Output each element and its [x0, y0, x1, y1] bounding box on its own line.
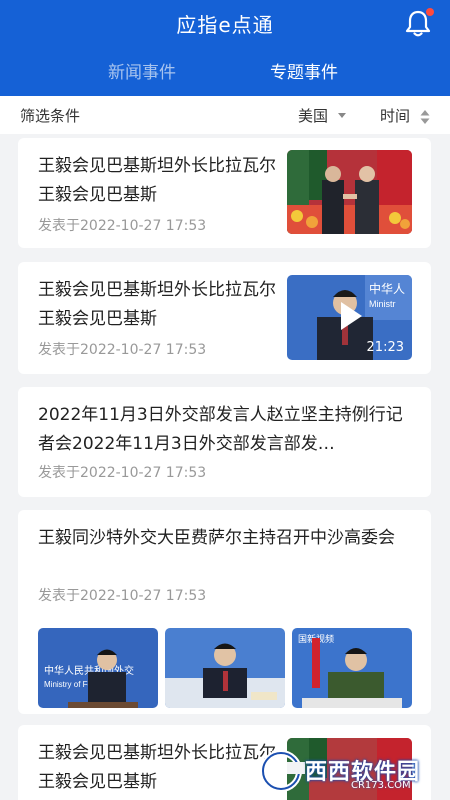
app-title: 应指e点通 [176, 13, 274, 37]
watermark-subtext: CR173.COM [351, 780, 411, 791]
filter-bar: 筛选条件 美国 时间 [0, 96, 450, 134]
card-title: 王毅同沙特外交大臣费萨尔主持召开中沙高委会 [38, 528, 395, 548]
svg-text:中华人: 中华人 [369, 281, 405, 296]
notification-dot [426, 8, 434, 16]
bell-icon[interactable] [404, 8, 434, 38]
card-thumbnail: 国新视频 [292, 628, 412, 708]
news-card[interactable]: 2022年11月3日外交部发言人赵立坚主持例行记者会2022年11月3日外交部发… [18, 387, 431, 497]
dropdown-arrow-icon[interactable] [338, 113, 346, 118]
card-title: 2022年11月3日外交部发言人赵立坚主持例行记者会2022年11月3日外交部发… [38, 405, 403, 454]
video-thumbnail[interactable]: 中华人 Ministr 21:23 [287, 275, 412, 360]
card-thumbnail [287, 150, 412, 234]
tab-topic-events[interactable]: 专题事件 [270, 58, 338, 83]
card-title: 王毅会见巴基斯坦外长比拉瓦尔王毅会见巴基斯 [38, 280, 276, 329]
tab-bar: 新闻事件 专题事件 [0, 58, 450, 88]
card-date: 发表于2022-10-27 17:53 [38, 342, 207, 358]
card-date: 发表于2022-10-27 17:53 [38, 465, 207, 481]
card-title: 王毅会见巴基斯坦外长比拉瓦尔王毅会见巴基斯 [38, 156, 276, 205]
filter-label: 筛选条件 [20, 107, 81, 125]
app-header: 应指e点通 新闻事件 专题事件 [0, 0, 450, 96]
tab-news-events[interactable]: 新闻事件 [108, 58, 176, 83]
news-card[interactable]: 王毅会见巴基斯坦外长比拉瓦尔王毅会见巴基斯 发表于2022-10-27 17:5… [18, 262, 431, 374]
card-date: 发表于2022-10-27 17:53 [38, 588, 207, 604]
card-thumbnail [165, 628, 285, 708]
svg-text:Ministr: Ministr [369, 299, 396, 309]
watermark-logo: 西西软件园 CR173.COM [255, 748, 435, 796]
play-icon[interactable] [339, 301, 363, 331]
card-date: 发表于2022-10-27 17:53 [38, 218, 207, 234]
video-duration: 21:23 [366, 340, 404, 355]
sort-icon[interactable] [420, 109, 430, 124]
card-title: 王毅会见巴基斯坦外长比拉瓦尔王毅会见巴基斯 [38, 743, 276, 792]
news-card[interactable]: 王毅会见巴基斯坦外长比拉瓦尔王毅会见巴基斯 发表于2022-10-27 17:5… [18, 138, 431, 248]
time-sort-button[interactable]: 时间 [380, 105, 410, 126]
news-card[interactable]: 王毅同沙特外交大臣费萨尔主持召开中沙高委会 发表于2022-10-27 17:5… [18, 510, 431, 714]
country-filter-dropdown[interactable]: 美国 [298, 105, 328, 126]
card-thumbnail: 中华人民共和国外交 Ministry of Foreign Af [38, 628, 158, 708]
